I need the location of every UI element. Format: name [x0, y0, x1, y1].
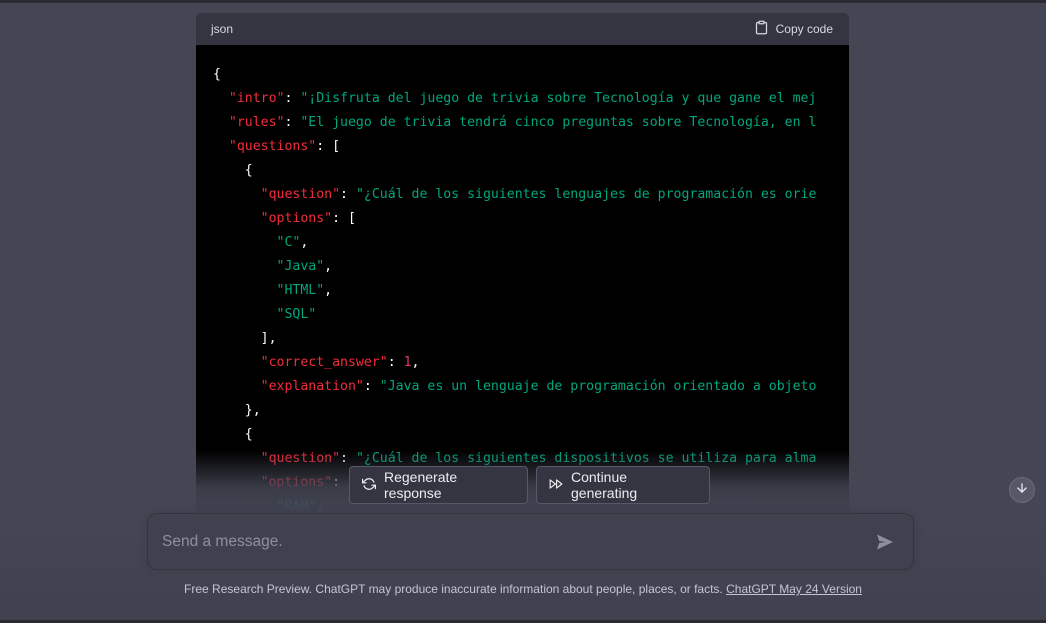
- code-token: "question": [260, 187, 341, 202]
- copy-code-label: Copy code: [775, 22, 833, 36]
- code-token: "questions": [228, 139, 317, 154]
- footer-disclaimer: Free Research Preview. ChatGPT may produ…: [0, 582, 1046, 596]
- scroll-to-bottom-button[interactable]: [1009, 477, 1035, 503]
- code-token: : [: [316, 139, 341, 154]
- code-token: "¿Cuál de los siguientes lenguajes de pr…: [355, 187, 817, 202]
- code-token: "rules": [228, 115, 285, 130]
- code-token: "HTML": [276, 283, 325, 298]
- code-token: "¡Disfruta del juego de trivia sobre Tec…: [300, 91, 817, 106]
- code-token: "¿Cuál de los siguientes dispositivos se…: [355, 451, 817, 466]
- clipboard-icon: [754, 20, 769, 38]
- code-line: {: [213, 423, 849, 447]
- code-block: json Copy code { "intro": "¡Disfruta del…: [196, 13, 849, 513]
- refresh-icon: [362, 477, 376, 494]
- code-line: "question": "¿Cuál de los siguientes len…: [213, 183, 849, 207]
- code-line: },: [213, 399, 849, 423]
- code-token: "RAM": [276, 499, 317, 513]
- code-line: "options": [: [213, 207, 849, 231]
- code-line: "intro": "¡Disfruta del juego de trivia …: [213, 87, 849, 111]
- fast-forward-icon: [549, 477, 563, 494]
- code-line: "explanation": "Java es un lenguaje de p…: [213, 375, 849, 399]
- code-line: "correct_answer": 1,: [213, 351, 849, 375]
- code-line: "HTML",: [213, 279, 849, 303]
- code-token: :: [284, 115, 301, 130]
- code-token: ,: [411, 355, 420, 370]
- code-token: ],: [213, 331, 277, 346]
- code-line: "rules": "El juego de trivia tendrá cinc…: [213, 111, 849, 135]
- code-line: {: [213, 63, 849, 87]
- version-link[interactable]: ChatGPT May 24 Version: [726, 582, 862, 596]
- code-token: "options": [260, 211, 333, 226]
- code-line: ],: [213, 327, 849, 351]
- message-composer: [147, 513, 914, 570]
- code-token: "question": [260, 451, 341, 466]
- code-token: "Java": [276, 259, 325, 274]
- code-line: "C",: [213, 231, 849, 255]
- code-token: "explanation": [260, 379, 364, 394]
- message-input[interactable]: [162, 514, 852, 569]
- code-token: {: [213, 427, 253, 442]
- code-line: {: [213, 159, 849, 183]
- code-token: :: [387, 355, 404, 370]
- code-line: "question": "¿Cuál de los siguientes dis…: [213, 447, 849, 471]
- code-token: ,: [300, 235, 309, 250]
- code-token: "intro": [228, 91, 285, 106]
- code-token: ,: [324, 283, 333, 298]
- code-line: "Java",: [213, 255, 849, 279]
- code-line: "options": [: [213, 471, 849, 495]
- code-block-header: json Copy code: [196, 13, 849, 45]
- regenerate-response-label: Regenerate response: [384, 469, 458, 501]
- copy-code-button[interactable]: Copy code: [754, 20, 833, 38]
- code-token: ,: [316, 499, 325, 513]
- send-icon: [875, 534, 895, 556]
- code-language-label: json: [211, 22, 234, 36]
- code-token: "Java es un lenguaje de programación ori…: [379, 379, 817, 394]
- regenerate-response-button[interactable]: Regenerate response: [349, 466, 528, 504]
- code-token: "options": [260, 475, 333, 490]
- code-token: "El juego de trivia tendrá cinco pregunt…: [300, 115, 817, 130]
- code-token: "correct_answer": [260, 355, 388, 370]
- continue-generating-button[interactable]: Continue generating: [536, 466, 710, 504]
- footer-text: Free Research Preview. ChatGPT may produ…: [184, 582, 727, 596]
- arrow-down-icon: [1015, 481, 1029, 500]
- code-line: "RAM",: [213, 495, 849, 513]
- code-token: {: [213, 67, 221, 82]
- code-token: :: [363, 379, 380, 394]
- code-line: "SQL": [213, 303, 849, 327]
- code-token: "SQL": [276, 307, 317, 322]
- code-token: {: [213, 163, 253, 178]
- code-token: : [: [332, 211, 356, 226]
- code-content: { "intro": "¡Disfruta del juego de trivi…: [196, 45, 849, 513]
- code-token: :: [340, 187, 356, 202]
- code-token: :: [340, 451, 356, 466]
- continue-generating-label: Continue generating: [571, 469, 638, 501]
- send-button[interactable]: [875, 532, 895, 552]
- code-token: :: [284, 91, 301, 106]
- code-line: "questions": [: [213, 135, 849, 159]
- code-token: 1: [403, 355, 412, 370]
- code-token: },: [213, 403, 261, 418]
- code-token: ,: [324, 259, 333, 274]
- code-token: "C": [276, 235, 301, 250]
